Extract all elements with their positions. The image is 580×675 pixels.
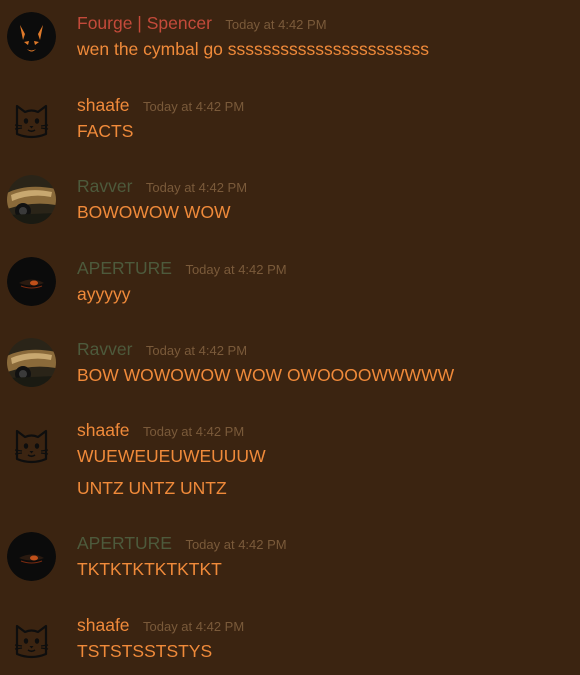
username[interactable]: shaafe [77, 94, 130, 116]
username[interactable]: Ravver [77, 338, 132, 360]
message-header: shaafe Today at 4:42 PM [77, 614, 244, 636]
timestamp: Today at 4:42 PM [143, 619, 245, 634]
message-header: Ravver Today at 4:42 PM [77, 338, 247, 360]
message-header: shaafe Today at 4:42 PM [77, 419, 244, 441]
message-header: APERTURE Today at 4:42 PM [77, 257, 287, 279]
cat-face-icon [14, 104, 49, 139]
username[interactable]: APERTURE [77, 257, 172, 279]
message-text: FACTS [77, 121, 134, 141]
message-header: shaafe Today at 4:42 PM [77, 94, 244, 116]
username[interactable]: Ravver [77, 175, 132, 197]
message-text: BOWOWOW WOW [77, 202, 231, 222]
avatar-ravver[interactable] [7, 175, 56, 224]
avatar-aperture[interactable] [7, 257, 56, 306]
message-text: TKTKTKTKTKTKT [77, 559, 222, 579]
car-photo-icon [7, 175, 56, 224]
avatar-shaafe[interactable] [7, 614, 56, 663]
timestamp: Today at 4:42 PM [145, 343, 248, 358]
timestamp: Today at 4:42 PM [145, 180, 248, 195]
avatar-ravver[interactable] [7, 338, 56, 387]
message-text: BOW WOWOWOW WOW OWOOOOWWWWW [77, 365, 455, 385]
chat-message-list: Fourge | Spencer Today at 4:42 PM wen th… [0, 0, 580, 675]
username[interactable]: shaafe [77, 419, 130, 441]
message-text: WUEWEUEUWEUUUW [77, 446, 266, 466]
avatar-shaafe[interactable] [7, 94, 56, 143]
message-header: Ravver Today at 4:42 PM [77, 175, 247, 197]
message-text: UNTZ UNTZ UNTZ [77, 478, 227, 498]
message-text: TSTSTSSTSTYS [77, 641, 213, 661]
message-text: wen the cymbal go ssssssssssssssssssssss… [77, 39, 430, 59]
message-header: Fourge | Spencer Today at 4:42 PM [77, 12, 327, 34]
avatar-aperture[interactable] [7, 532, 56, 581]
cat-face-icon [14, 624, 49, 659]
username[interactable]: shaafe [77, 614, 130, 636]
timestamp: Today at 4:42 PM [225, 17, 327, 32]
dark-eye-icon [7, 257, 56, 306]
avatar-shaafe[interactable] [7, 419, 56, 468]
cat-face-icon [14, 429, 49, 464]
message-text: ayyyyy [77, 284, 131, 304]
timestamp: Today at 4:42 PM [143, 99, 245, 114]
message-header: APERTURE Today at 4:42 PM [77, 532, 287, 554]
timestamp: Today at 4:42 PM [143, 424, 245, 439]
timestamp: Today at 4:42 PM [185, 262, 287, 277]
car-photo-icon [7, 338, 56, 387]
timestamp: Today at 4:42 PM [185, 537, 287, 552]
horned-mask-icon [7, 12, 56, 61]
username[interactable]: Fourge | Spencer [77, 12, 212, 34]
avatar-fourge[interactable] [7, 12, 56, 61]
username[interactable]: APERTURE [77, 532, 172, 554]
dark-eye-icon [7, 532, 56, 581]
